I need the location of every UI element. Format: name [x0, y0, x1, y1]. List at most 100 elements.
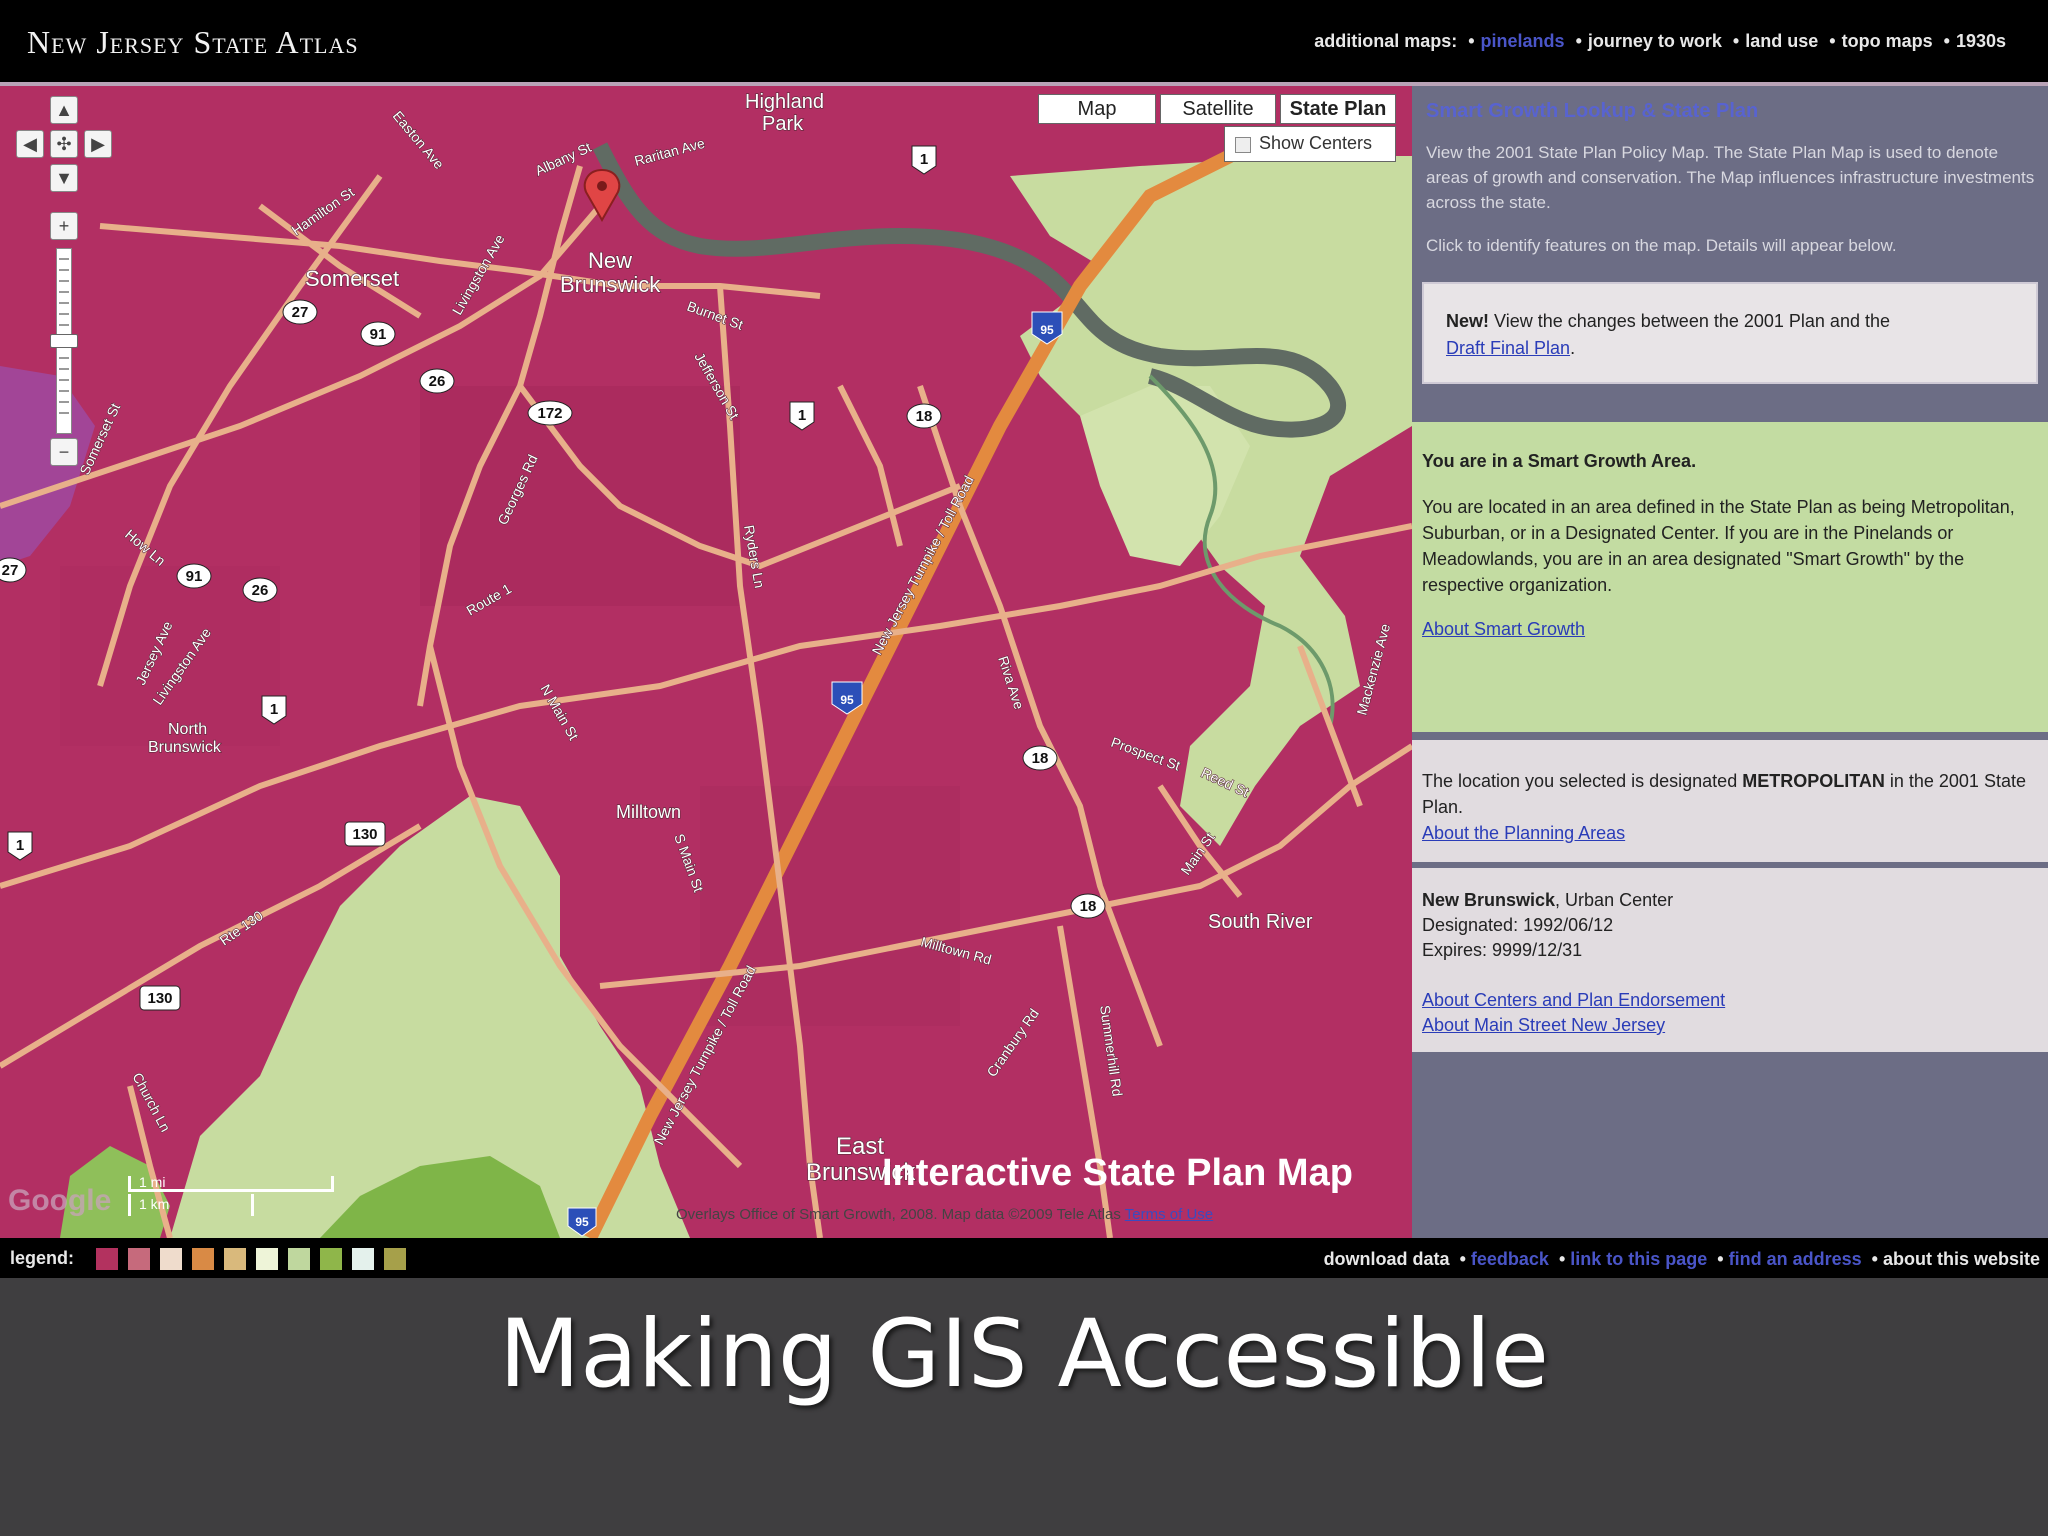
draft-final-plan-link[interactable]: Draft Final Plan — [1446, 338, 1570, 358]
sidebar-intro: View the 2001 State Plan Policy Map. The… — [1426, 143, 2035, 212]
svg-text:1: 1 — [270, 701, 278, 718]
pan-center-icon[interactable]: ✣ — [50, 130, 78, 158]
map-canvas[interactable]: Highland Park New Brunswick Somerset Nor… — [0, 86, 1412, 1238]
new-badge: New! — [1446, 311, 1490, 331]
download-data-link[interactable]: download data — [1324, 1249, 1450, 1269]
svg-text:1: 1 — [16, 837, 24, 854]
additional-maps-label: additional maps: — [1314, 31, 1458, 51]
pan-down-icon[interactable]: ▼ — [50, 164, 78, 192]
expires-date: Expires: 9999/12/31 — [1422, 940, 1583, 960]
new-changes-notice: New! View the changes between the 2001 P… — [1422, 282, 2038, 384]
terms-of-use-link[interactable]: Terms of Use — [1125, 1206, 1213, 1223]
additional-maps-nav: additional maps: • pinelands • journey to … — [1314, 31, 2006, 51]
smart-growth-panel: You are in a Smart Growth Area. You are … — [1412, 422, 2048, 732]
scale-bar-miles: 1 mi — [128, 1175, 334, 1192]
smart-growth-heading: You are in a Smart Growth Area. — [1422, 451, 1697, 471]
pan-left-icon[interactable]: ◀ — [16, 130, 44, 158]
svg-text:27: 27 — [292, 304, 309, 321]
pan-up-icon[interactable]: ▲ — [50, 96, 78, 124]
new-notice-end: . — [1570, 338, 1576, 358]
feedback-link[interactable]: feedback — [1471, 1249, 1549, 1269]
legend-label: legend: — [10, 1248, 75, 1268]
designated-date: Designated: 1992/06/12 — [1422, 915, 1614, 935]
info-sidebar: Smart Growth Lookup & State Plan View th… — [1412, 86, 2048, 1238]
svg-text:North: North — [168, 721, 207, 738]
legend-swatch[interactable] — [320, 1248, 342, 1270]
svg-text:130: 130 — [352, 826, 377, 843]
legend-swatch[interactable] — [96, 1248, 118, 1270]
pan-right-icon[interactable]: ▶ — [84, 130, 112, 158]
link-to-page-link[interactable]: link to this page — [1570, 1249, 1707, 1269]
svg-text:Milltown: Milltown — [616, 802, 681, 822]
metro-designation: METROPOLITAN — [1742, 771, 1885, 791]
svg-text:95: 95 — [1040, 323, 1054, 337]
svg-text:1: 1 — [798, 407, 806, 424]
about-main-street-link[interactable]: About Main Street New Jersey — [1422, 1015, 1665, 1035]
svg-text:172: 172 — [537, 405, 562, 422]
legend-swatch[interactable] — [256, 1248, 278, 1270]
svg-text:Brunswick: Brunswick — [560, 272, 661, 297]
about-planning-areas-link[interactable]: About the Planning Areas — [1422, 823, 1625, 843]
nav-link-1930s[interactable]: 1930s — [1956, 31, 2006, 51]
map-watermark: Interactive State Plan Map — [882, 1152, 1353, 1194]
svg-text:26: 26 — [429, 373, 446, 390]
scale-bar-km: 1 km — [128, 1194, 254, 1216]
map-type-map-button[interactable]: Map — [1038, 94, 1156, 124]
attribution-text: Overlays Office of Smart Growth, 2008. M… — [676, 1206, 1121, 1223]
center-panel: New Brunswick, Urban Center Designated: … — [1412, 868, 2048, 1052]
svg-text:Brunswick: Brunswick — [148, 739, 222, 756]
about-smart-growth-link[interactable]: About Smart Growth — [1422, 619, 1585, 639]
zoom-out-icon[interactable]: − — [50, 438, 78, 466]
center-type: , Urban Center — [1555, 890, 1674, 910]
svg-text:Park: Park — [762, 113, 804, 135]
map-type-satellite-button[interactable]: Satellite — [1160, 94, 1276, 124]
smart-growth-text: You are located in an area defined in th… — [1422, 497, 2015, 595]
svg-text:26: 26 — [252, 582, 269, 599]
legend-swatch[interactable] — [224, 1248, 246, 1270]
new-notice-text: View the changes between the 2001 Plan a… — [1489, 311, 1890, 331]
map-graphics: Highland Park New Brunswick Somerset Nor… — [0, 86, 1412, 1238]
about-centers-link[interactable]: About Centers and Plan Endorsement — [1422, 990, 1725, 1010]
svg-text:130: 130 — [147, 990, 172, 1007]
svg-text:95: 95 — [575, 1215, 589, 1229]
footer-nav: download data • feedback • link to this pa… — [1323, 1249, 2040, 1269]
legend-swatch[interactable] — [128, 1248, 150, 1270]
map-type-state-plan-button[interactable]: State Plan — [1280, 94, 1396, 124]
show-centers-checkbox[interactable]: Show Centers — [1224, 126, 1396, 162]
svg-text:18: 18 — [1080, 898, 1097, 915]
svg-text:Somerset: Somerset — [305, 266, 399, 291]
about-website-link[interactable]: about this website — [1883, 1249, 2040, 1269]
nav-link-land-use[interactable]: land use — [1745, 31, 1818, 51]
sidebar-title[interactable]: Smart Growth Lookup & State Plan — [1426, 100, 1758, 123]
svg-text:91: 91 — [370, 326, 387, 343]
legend-swatch[interactable] — [160, 1248, 182, 1270]
nav-link-pinelands[interactable]: pinelands — [1481, 31, 1565, 51]
find-address-link[interactable]: find an address — [1729, 1249, 1862, 1269]
site-title[interactable]: New Jersey State Atlas — [27, 24, 359, 61]
svg-text:91: 91 — [186, 568, 203, 585]
svg-text:27: 27 — [2, 562, 19, 579]
site-header: New Jersey State Atlas additional maps: … — [0, 0, 2048, 82]
slide-caption: Making GIS Accessible — [498, 1300, 1550, 1409]
legend-swatch[interactable] — [192, 1248, 214, 1270]
legend-swatch[interactable] — [288, 1248, 310, 1270]
site-footer: legend: download data • feedback • link to… — [0, 1238, 2048, 1278]
svg-text:1: 1 — [920, 151, 928, 168]
nav-link-topo-maps[interactable]: topo maps — [1842, 31, 1933, 51]
svg-text:East: East — [836, 1133, 884, 1160]
map-attribution: Overlays Office of Smart Growth, 2008. M… — [676, 1206, 1213, 1223]
zoom-slider-handle[interactable] — [50, 334, 78, 348]
svg-text:18: 18 — [1032, 750, 1049, 767]
planning-area-panel: The location you selected is designated … — [1412, 740, 2048, 862]
nav-link-journey-to-work[interactable]: journey to work — [1588, 31, 1722, 51]
google-logo: Google — [8, 1184, 112, 1217]
zoom-in-icon[interactable]: + — [50, 212, 78, 240]
legend-swatch[interactable] — [352, 1248, 374, 1270]
show-centers-label: Show Centers — [1259, 133, 1373, 153]
svg-text:95: 95 — [840, 693, 854, 707]
legend-swatch[interactable] — [384, 1248, 406, 1270]
center-name: New Brunswick — [1422, 890, 1556, 910]
slide: New Jersey State Atlas additional maps: … — [0, 0, 2048, 1536]
svg-text:South River: South River — [1208, 911, 1313, 933]
checkbox-icon[interactable] — [1235, 137, 1251, 153]
